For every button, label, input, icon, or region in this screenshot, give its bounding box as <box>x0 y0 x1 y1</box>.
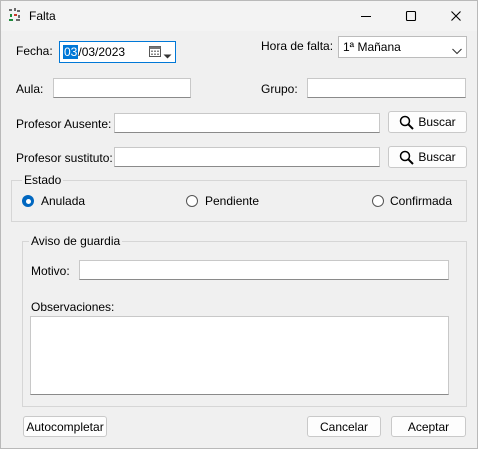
radio-confirmada-label: Confirmada <box>390 194 453 208</box>
fecha-datepicker[interactable]: 03/03/2023 <box>59 41 176 63</box>
minimize-button[interactable] <box>343 1 388 31</box>
buscar-label: Buscar <box>418 150 456 164</box>
observaciones-textarea[interactable] <box>30 316 449 395</box>
chevron-down-icon[interactable] <box>452 44 462 58</box>
search-icon <box>400 115 415 130</box>
aula-input[interactable] <box>53 78 191 98</box>
title-bar[interactable]: Falta <box>1 1 477 31</box>
buscar-sustituto-button[interactable]: Buscar <box>388 146 467 168</box>
radio-anulada-label: Anulada <box>41 194 86 208</box>
maximize-button[interactable] <box>388 1 433 31</box>
radio-confirmada-circle[interactable] <box>372 195 384 207</box>
motivo-input[interactable] <box>79 260 449 280</box>
grupo-label: Grupo: <box>261 82 298 96</box>
window-title: Falta <box>29 9 56 23</box>
buscar-ausente-button[interactable]: Buscar <box>388 111 467 133</box>
hora-label: Hora de falta: <box>261 39 334 53</box>
prof-sustituto-label: Profesor sustituto: <box>16 151 113 165</box>
grupo-input[interactable] <box>307 78 466 98</box>
fecha-rest-segment: /03/2023 <box>78 45 126 59</box>
aviso-title: Aviso de guardia <box>29 234 123 248</box>
buscar-label: Buscar <box>418 115 456 129</box>
radio-anulada-circle[interactable] <box>22 195 34 207</box>
fecha-label: Fecha: <box>16 44 53 58</box>
hora-select[interactable]: 1ª Mañana <box>338 36 467 58</box>
autocompletar-button[interactable]: Autocompletar <box>23 416 107 437</box>
minimize-icon <box>360 16 371 17</box>
motivo-label: Motivo: <box>31 264 70 278</box>
close-icon <box>450 11 461 21</box>
search-icon <box>400 150 415 165</box>
radio-confirmada[interactable]: Confirmada <box>372 194 462 208</box>
estado-title: Estado <box>22 173 64 187</box>
fecha-day-segment[interactable]: 03 <box>63 45 79 59</box>
radio-pendiente[interactable]: Pendiente <box>186 194 266 208</box>
calendar-icon[interactable] <box>149 45 162 61</box>
prof-ausente-label: Profesor Ausente: <box>16 117 112 131</box>
close-button[interactable] <box>433 1 478 31</box>
aula-label: Aula: <box>16 82 44 96</box>
dialog-window: Falta Fecha: 03/03/2023 Hora de falta: 1… <box>0 0 478 449</box>
radio-pendiente-label: Pendiente <box>205 194 260 208</box>
prof-ausente-input[interactable] <box>114 113 380 133</box>
hora-value: 1ª Mañana <box>343 40 401 54</box>
cancelar-button[interactable]: Cancelar <box>307 416 381 437</box>
chevron-down-icon[interactable] <box>163 49 172 63</box>
radio-pendiente-circle[interactable] <box>186 195 198 207</box>
observaciones-label: Observaciones: <box>31 300 115 314</box>
radio-anulada[interactable]: Anulada <box>22 194 102 208</box>
app-icon <box>8 8 22 22</box>
aceptar-button[interactable]: Aceptar <box>391 416 466 437</box>
prof-sustituto-input[interactable] <box>114 147 380 167</box>
maximize-icon <box>405 10 416 22</box>
